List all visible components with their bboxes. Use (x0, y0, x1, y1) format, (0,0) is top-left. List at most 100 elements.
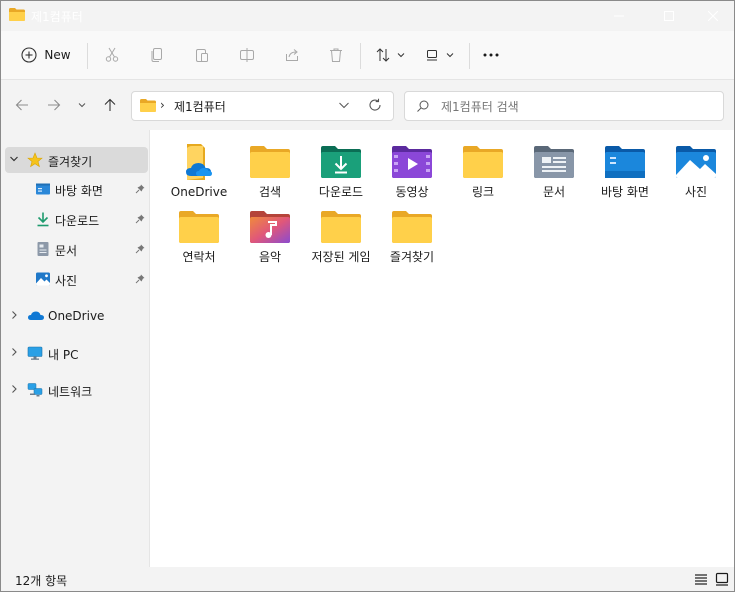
sidebar-item-onedrive[interactable]: OneDrive (5, 303, 148, 329)
star-icon (27, 152, 43, 168)
toolbar-divider (360, 43, 361, 69)
delete-button[interactable] (323, 41, 349, 69)
up-button[interactable] (99, 94, 121, 116)
chevron-down-icon[interactable] (9, 154, 19, 164)
minimize-button[interactable] (596, 1, 642, 31)
pin-icon (135, 244, 145, 254)
toolbar-divider (469, 43, 470, 69)
pictures-folder-icon (676, 146, 716, 178)
folder-icon (392, 211, 432, 243)
sidebar-item-desktop[interactable]: 바탕 화면 (5, 176, 148, 202)
sidebar-item-documents[interactable]: 문서 (5, 236, 148, 262)
list-item[interactable]: 연락처 (165, 207, 233, 265)
sidebar-item-label: 네트워크 (48, 385, 93, 399)
paste-icon (196, 49, 208, 62)
pictures-icon (36, 272, 50, 286)
file-explorer-window: 제1컴퓨터 New › 제1컴퓨터 제1컴퓨터 검색 즐겨찾기 바탕 화면 다운… (0, 0, 735, 592)
address-bar[interactable]: › 제1컴퓨터 (131, 91, 394, 121)
list-item[interactable]: 문서 (520, 142, 588, 200)
sidebar-item-label: OneDrive (48, 309, 105, 323)
sidebar-item-label: 다운로드 (55, 214, 100, 228)
list-item[interactable]: 링크 (449, 142, 517, 200)
large-icons-view-icon[interactable] (714, 571, 730, 587)
rename-icon (240, 48, 254, 62)
close-icon (708, 11, 718, 21)
item-count: 12개 항목 (15, 574, 68, 588)
pin-icon (135, 184, 145, 194)
folder-icon (250, 146, 290, 178)
item-label: 바탕 화면 (601, 185, 649, 199)
view-button[interactable] (419, 41, 459, 69)
item-label: 동영상 (395, 185, 429, 199)
share-button[interactable] (279, 41, 305, 69)
list-item[interactable]: OneDrive (165, 142, 233, 200)
chevron-right-icon[interactable] (9, 310, 19, 320)
paste-button[interactable] (189, 41, 215, 69)
desktop-folder-icon (605, 146, 645, 178)
copy-button[interactable] (144, 41, 170, 69)
folder-icon (140, 99, 156, 112)
list-item[interactable]: 검색 (236, 142, 304, 200)
chevron-right-icon[interactable] (9, 384, 19, 394)
chevron-down-icon (446, 53, 454, 58)
more-options-button[interactable] (477, 41, 505, 69)
cut-button[interactable] (99, 41, 125, 69)
new-button[interactable]: New (15, 41, 77, 69)
new-button-label: New (44, 48, 71, 62)
copy-icon (151, 48, 162, 62)
chevron-right-icon[interactable] (9, 347, 19, 357)
trash-icon (330, 48, 342, 62)
title-bar: 제1컴퓨터 (1, 1, 734, 31)
document-icon (37, 242, 49, 256)
sidebar-item-network[interactable]: 네트워크 (5, 377, 148, 403)
list-item[interactable]: 즐겨찾기 (378, 207, 446, 265)
item-label: 링크 (471, 185, 495, 199)
search-input[interactable] (439, 96, 713, 118)
refresh-icon[interactable] (368, 98, 382, 112)
item-label: 다운로드 (318, 185, 364, 199)
list-item[interactable]: 동영상 (378, 142, 446, 200)
folder-icon (463, 146, 503, 178)
sidebar-item-pictures[interactable]: 사진 (5, 266, 148, 292)
search-box[interactable] (404, 91, 724, 121)
close-button[interactable] (690, 1, 734, 31)
onedrive-folder-icon (186, 144, 212, 180)
sidebar-item-label: 문서 (55, 244, 78, 258)
chevron-down-icon[interactable] (338, 98, 350, 112)
sort-icon (376, 48, 390, 62)
item-label: OneDrive (170, 185, 228, 199)
breadcrumb[interactable]: 제1컴퓨터 (174, 98, 226, 115)
sidebar-item-label: 즐겨찾기 (48, 155, 93, 169)
arrow-left-icon (15, 99, 28, 111)
back-button[interactable] (11, 94, 33, 116)
videos-folder-icon (392, 146, 432, 178)
folder-icon (179, 211, 219, 243)
sidebar-item-favorites[interactable]: 즐겨찾기 (5, 147, 148, 173)
recent-locations-button[interactable] (72, 94, 92, 116)
list-item[interactable]: 다운로드 (307, 142, 375, 200)
desktop-icon (36, 183, 50, 195)
sidebar-item-label: 바탕 화면 (55, 184, 103, 198)
list-item[interactable]: 바탕 화면 (591, 142, 659, 200)
forward-button[interactable] (43, 94, 65, 116)
maximize-icon (664, 11, 674, 21)
sort-button[interactable] (370, 41, 410, 69)
item-label: 문서 (542, 185, 566, 199)
details-view-icon[interactable] (693, 571, 709, 587)
download-icon (37, 212, 49, 227)
sidebar-item-this-pc[interactable]: 내 PC (5, 340, 148, 366)
list-item[interactable]: 음악 (236, 207, 304, 265)
navigation-pane: 즐겨찾기 바탕 화면 다운로드 문서 사진 OneDrive 내 PC 네트워크 (1, 130, 149, 567)
arrow-right-icon (48, 99, 61, 111)
rename-button[interactable] (234, 41, 260, 69)
music-folder-icon (250, 211, 290, 243)
list-item[interactable]: 사진 (662, 142, 730, 200)
item-label: 검색 (258, 185, 282, 199)
sidebar-item-downloads[interactable]: 다운로드 (5, 206, 148, 232)
sidebar-item-label: 내 PC (48, 348, 79, 362)
scissors-icon (105, 47, 119, 62)
maximize-button[interactable] (646, 1, 692, 31)
chevron-down-icon (78, 103, 86, 108)
downloads-folder-icon (321, 146, 361, 178)
list-item[interactable]: 저장된 게임 (307, 207, 375, 265)
